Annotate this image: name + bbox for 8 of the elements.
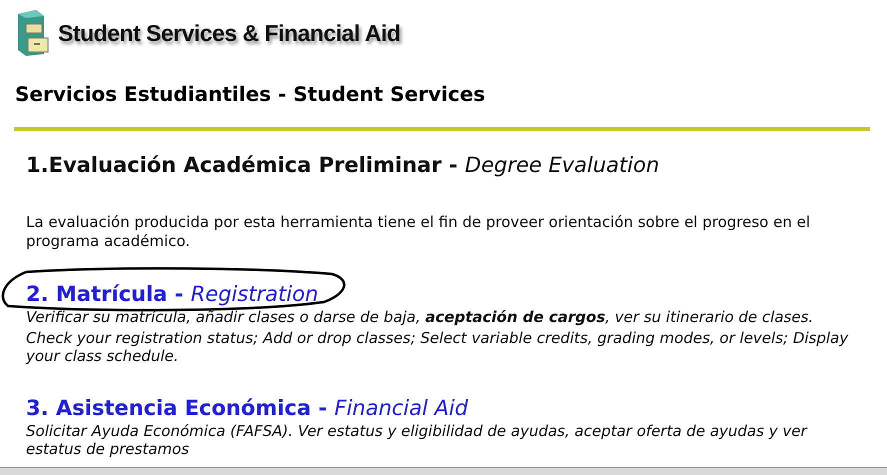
page-heading: Servicios Estudiantiles - Student Services xyxy=(15,82,486,106)
section-description: Check your registration status; Add or drop classes; Select variable credits, grading modes, or levels; Display your class schedule. xyxy=(26,328,850,366)
site-logo-text: Student Services & Financial Aid xyxy=(58,20,400,46)
section-link[interactable]: 3. Asistencia Económica - Financial Aid xyxy=(26,396,468,420)
section-title: 1.Evaluación Académica Preliminar - Degree Evaluation xyxy=(26,153,660,177)
section-description: Solicitar Ayuda Económica (FAFSA). Ver estatus y eligibilidad de ayudas, aceptar oferta de ayudas y ver estatus de prestamos xyxy=(26,422,808,458)
section-description: Verificar su matrícula, añadir clases o darse de baja, aceptación de cargos, ver su itinerario de clases. xyxy=(26,308,814,326)
section-description: La evaluación producida por esta herramienta tiene el fin de proveer orientación sobre el progreso en el programa académico. xyxy=(26,213,812,250)
